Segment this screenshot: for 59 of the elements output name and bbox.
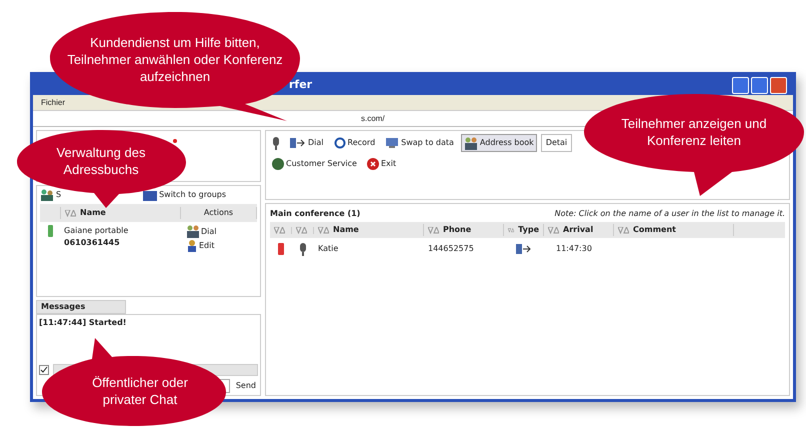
people-icon (464, 136, 478, 150)
column-header[interactable]: Type (504, 224, 544, 236)
contact-name[interactable]: Gaiane portable (64, 225, 176, 237)
dropdown[interactable]: Detai (540, 134, 572, 152)
arrival-time: 11:47:30 (555, 243, 593, 255)
column-header[interactable]: Actions (180, 207, 257, 219)
mobile-phone-icon (48, 225, 52, 237)
messages-tab[interactable]: Messages (36, 300, 126, 314)
action-link[interactable]: Edit (186, 240, 257, 252)
sort-icon (618, 226, 629, 234)
people-icon (40, 189, 54, 201)
column-header[interactable]: Name (314, 224, 424, 236)
participant-phone: 144652575 (427, 243, 475, 255)
toolbar-button[interactable]: Customer Service (269, 155, 360, 173)
menu-item[interactable]: Fichier (41, 96, 66, 108)
callout-tooltip-text: Kundendienst um Hilfe bitten, Teilnehmer anwählen oder Konferenz aufzeichnen (66, 34, 284, 84)
sort-icon (548, 226, 559, 234)
sort-icon (318, 226, 329, 234)
conference-title: Main conference (1) (270, 208, 360, 220)
phone-icon (290, 137, 306, 149)
sort-icon (65, 210, 76, 216)
callout-tooltip-text: Öffentlicher oder privater Chat (91, 374, 189, 408)
microphone-icon (299, 242, 307, 256)
toolbar-button[interactable]: Switch to groups (143, 189, 226, 201)
toolbar-button[interactable]: Exit (364, 155, 400, 173)
chat-message: [11:47:44] Started! (39, 317, 128, 329)
callout-tooltip-text: Teilnehmer anzeigen und Konferenz leiten (620, 115, 768, 149)
toolbar-button[interactable]: Dial (287, 134, 327, 152)
sort-icon (296, 226, 307, 234)
address-field[interactable]: s.com/ (361, 112, 385, 124)
people-icon (186, 225, 200, 238)
column-header[interactable]: Name (60, 207, 180, 219)
sort-icon (428, 226, 439, 234)
note-text: Note: Click on the name of a user in the list to manage it. (554, 208, 785, 220)
window-title: rfer (289, 76, 312, 93)
column-header[interactable]: Phone (424, 224, 504, 236)
contact-number: 0610361445 (64, 237, 121, 249)
check-icon (40, 366, 48, 374)
send-button[interactable]: Send (234, 380, 258, 392)
microphone-icon (272, 136, 280, 150)
monitor-icon (385, 137, 400, 149)
circle-icon (334, 137, 346, 149)
toolbar-button[interactable]: Address book (460, 134, 537, 152)
toolbar-button[interactable]: Record (330, 134, 378, 152)
action-link[interactable]: Dial (186, 225, 257, 238)
callout-tooltip-text: Verwaltung des Adressbuchs (56, 144, 146, 178)
phone-icon (516, 243, 532, 255)
exit-icon (366, 158, 379, 170)
sort-icon (274, 226, 285, 234)
column-header[interactable]: Arrival (544, 224, 614, 236)
toolbar-button[interactable]: S (40, 189, 62, 201)
mobile-phone-icon (278, 243, 284, 255)
participant-name[interactable]: Katie (314, 243, 424, 255)
person-icon (186, 240, 198, 252)
checkbox[interactable] (39, 365, 49, 375)
folder-icon (143, 190, 158, 200)
column-header[interactable]: Comment (614, 224, 734, 236)
toolbar-button[interactable]: Swap to data (382, 134, 457, 152)
sort-icon (508, 226, 514, 234)
